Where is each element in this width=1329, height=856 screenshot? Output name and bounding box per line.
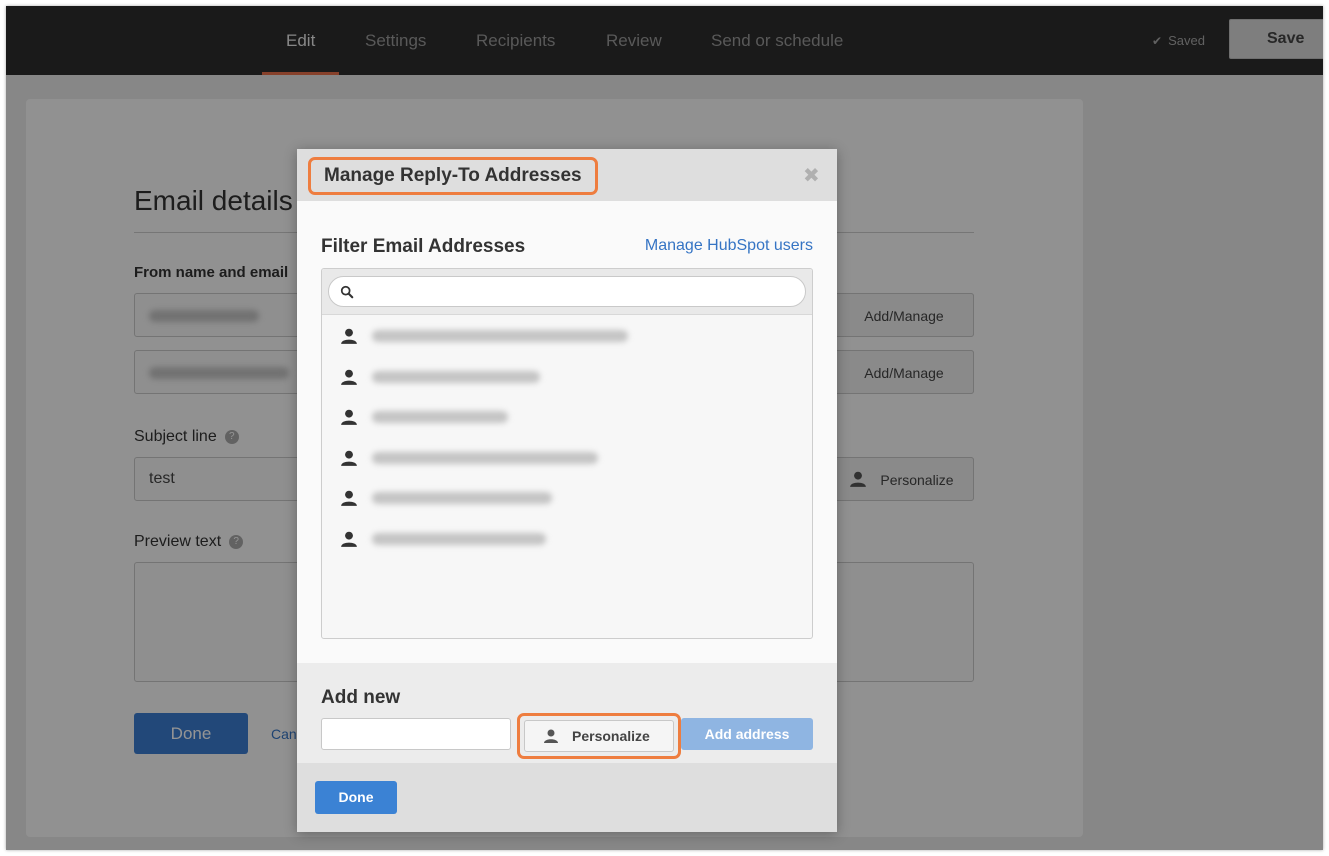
personalize-button[interactable]: Personalize xyxy=(524,720,674,752)
redacted-email xyxy=(372,411,508,423)
done-button[interactable]: Done xyxy=(315,781,397,814)
redacted-email xyxy=(372,533,546,545)
new-address-input[interactable] xyxy=(321,718,511,750)
search-icon xyxy=(340,285,354,299)
list-item[interactable] xyxy=(322,519,812,559)
list-item[interactable] xyxy=(322,316,812,356)
personalize-label: Personalize xyxy=(572,728,650,744)
list-item[interactable] xyxy=(322,357,812,397)
redacted-email xyxy=(372,371,540,383)
list-item[interactable] xyxy=(322,397,812,437)
modal-header: Manage Reply-To Addresses ✖ xyxy=(297,149,837,201)
person-icon xyxy=(341,490,357,506)
add-address-button[interactable]: Add address xyxy=(681,718,813,750)
redacted-email xyxy=(372,492,552,504)
app-window: Edit Settings Recipients Review Send or … xyxy=(6,6,1323,850)
close-icon[interactable]: ✖ xyxy=(803,163,820,188)
modal-title: Manage Reply-To Addresses xyxy=(308,157,598,195)
add-new-title: Add new xyxy=(321,687,401,708)
add-new-section: Add new Personalize Add address xyxy=(297,663,837,763)
search-bar xyxy=(322,269,812,315)
person-icon xyxy=(341,369,357,385)
person-icon xyxy=(341,531,357,547)
address-list xyxy=(321,268,813,639)
redacted-email xyxy=(372,452,598,464)
filter-title: Filter Email Addresses xyxy=(321,236,526,257)
person-icon xyxy=(341,450,357,466)
modal-footer: Done xyxy=(297,763,837,832)
manage-hubspot-users-link[interactable]: Manage HubSpot users xyxy=(645,237,813,255)
manage-reply-to-modal: Manage Reply-To Addresses ✖ Filter Email… xyxy=(297,149,837,832)
person-icon xyxy=(341,328,357,344)
personalize-highlight: Personalize xyxy=(517,713,681,759)
list-item[interactable] xyxy=(322,478,812,518)
person-icon xyxy=(341,409,357,425)
search-input[interactable] xyxy=(328,276,806,307)
list-item[interactable] xyxy=(322,438,812,478)
person-icon xyxy=(544,729,558,743)
redacted-email xyxy=(372,330,628,342)
